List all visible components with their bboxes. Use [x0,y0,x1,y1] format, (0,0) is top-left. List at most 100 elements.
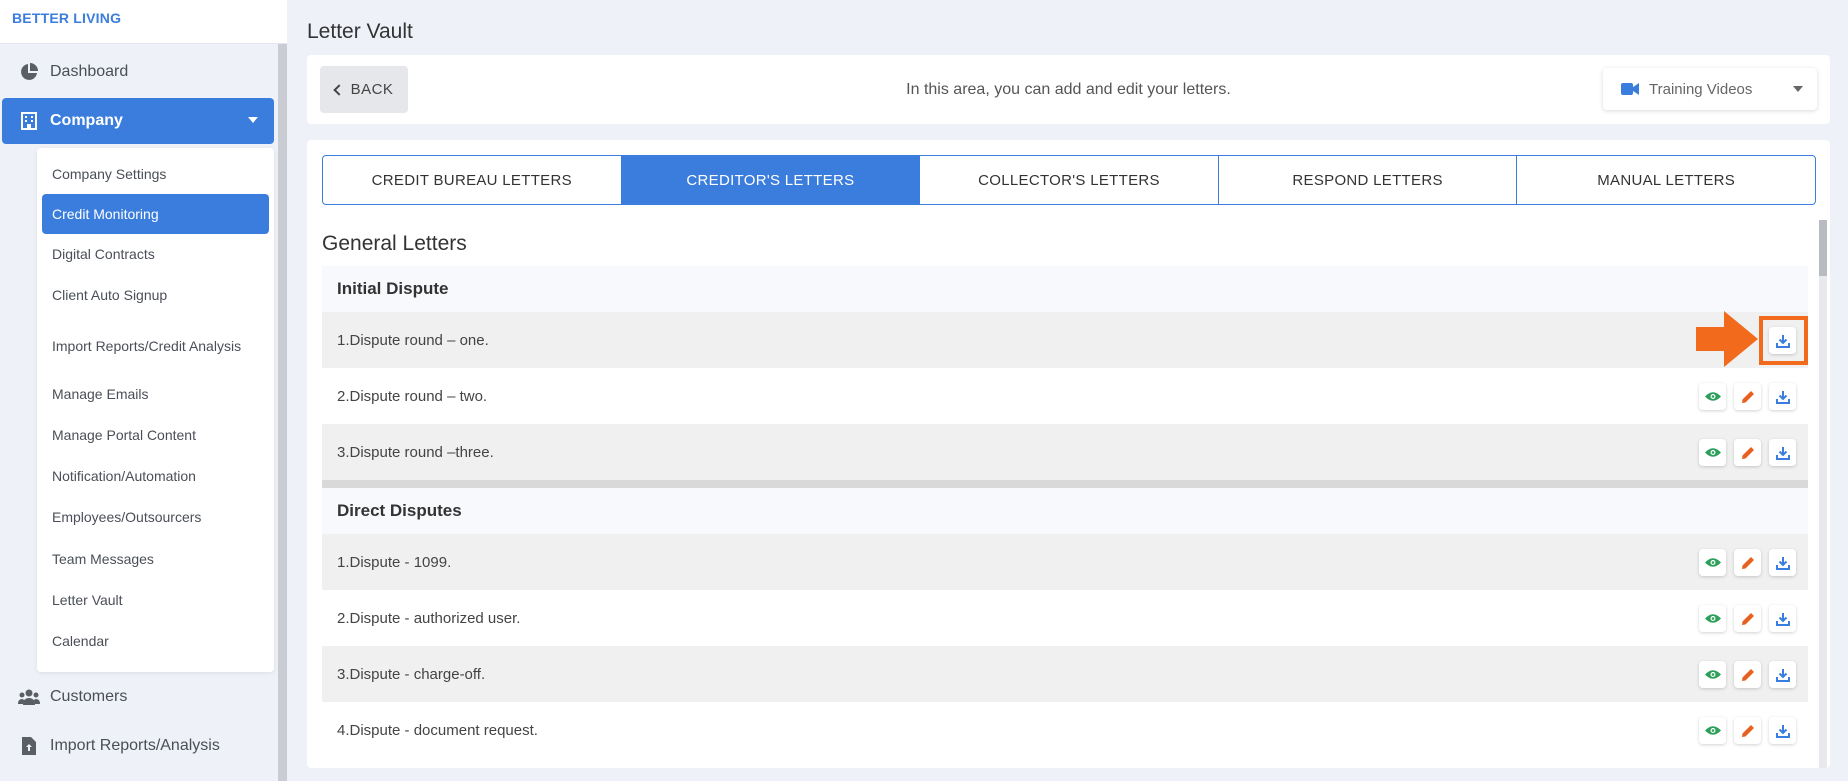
brand-logo[interactable]: BETTER LIVING [0,0,287,44]
submenu-employees-outsourcers[interactable]: Employees/Outsourcers [42,499,269,535]
sidebar-item-label: Customers [50,688,128,705]
sidebar-item-label: Import Reports/Analysis [50,737,220,754]
view-button[interactable] [1699,549,1726,576]
eye-icon [1704,726,1721,735]
users-icon [18,687,40,707]
info-text: In this area, you can add and edit your … [906,81,1231,98]
eye-icon [1704,392,1721,401]
letter-row: 1.Dispute round – one. [322,312,1808,368]
tab-credit-bureau-letters[interactable]: CREDIT BUREAU LETTERS [323,156,622,204]
tab-manual-letters[interactable]: MANUAL LETTERS [1517,156,1815,204]
letter-group-initial-dispute: Initial Dispute 1.Dispute round – one. 2… [322,266,1808,488]
letter-tabs: CREDIT BUREAU LETTERS CREDITOR'S LETTERS… [322,155,1816,205]
download-button[interactable] [1769,549,1796,576]
edit-button[interactable] [1734,383,1761,410]
sidebar-item-company[interactable]: Company [2,98,274,144]
submenu-credit-monitoring[interactable]: Credit Monitoring [42,194,269,234]
letter-row: 1.Dispute - 1099. [322,534,1808,590]
eye-icon [1704,670,1721,679]
training-videos-dropdown[interactable]: Training Videos [1603,68,1817,110]
letters-card: CREDIT BUREAU LETTERS CREDITOR'S LETTERS… [307,140,1830,768]
row-actions [1699,383,1796,410]
sidebar-item-import-reports[interactable]: Import Reports/Analysis [2,723,274,769]
letter-row: 2.Dispute - authorized user. [322,590,1808,646]
group-title: Initial Dispute [322,266,1808,312]
download-button[interactable] [1769,717,1796,744]
submenu-manage-portal-content[interactable]: Manage Portal Content [42,417,269,453]
download-button[interactable] [1769,605,1796,632]
submenu-manage-emails[interactable]: Manage Emails [42,376,269,412]
edit-button[interactable] [1734,549,1761,576]
sidebar-item-customers[interactable]: Customers [2,674,274,720]
edit-button[interactable] [1734,605,1761,632]
pie-chart-icon [18,62,40,82]
download-button[interactable] [1769,383,1796,410]
row-actions [1699,605,1796,632]
download-icon [1775,612,1790,626]
submenu-team-messages[interactable]: Team Messages [42,541,269,577]
row-actions [1699,549,1796,576]
submenu-client-auto-signup[interactable]: Client Auto Signup [42,277,269,313]
view-button[interactable] [1699,605,1726,632]
annotation-arrow-icon [1696,311,1758,367]
eye-icon [1704,558,1721,567]
letter-row: 3.Dispute - charge-off. [322,646,1808,702]
download-button[interactable] [1769,661,1796,688]
letter-row: 3.Dispute round –three. [322,424,1808,480]
submenu-letter-vault[interactable]: Letter Vault [42,582,269,618]
submenu-import-reports-credit-analysis[interactable]: Import Reports/Credit Analysis [42,324,269,368]
download-icon [1775,446,1790,460]
submenu-company-settings[interactable]: Company Settings [42,156,269,192]
building-icon [18,111,40,131]
sidebar-scrollbar[interactable] [278,44,287,781]
group-divider [322,480,1808,488]
eye-icon [1704,448,1721,457]
edit-button[interactable] [1734,661,1761,688]
page-title: Letter Vault [307,20,413,43]
view-button[interactable] [1699,439,1726,466]
group-title: Direct Disputes [322,488,1808,534]
submenu-notification-automation[interactable]: Notification/Automation [42,458,269,494]
view-button[interactable] [1699,383,1726,410]
edit-button[interactable] [1734,439,1761,466]
edit-button[interactable] [1734,717,1761,744]
submenu-calendar[interactable]: Calendar [42,623,269,659]
letter-title: 2.Dispute round – two. [337,387,488,405]
letter-title: 2.Dispute - authorized user. [337,609,521,627]
download-icon [1775,390,1790,404]
view-button[interactable] [1699,717,1726,744]
header-card: BACK In this area, you can add and edit … [307,55,1830,124]
section-title: General Letters [322,232,467,255]
row-actions [1699,717,1796,744]
pencil-icon [1741,556,1754,569]
scrollbar-thumb[interactable] [1819,220,1827,276]
sidebar-item-dashboard[interactable]: Dashboard [2,49,274,95]
tab-creditors-letters[interactable]: CREDITOR'S LETTERS [621,156,921,204]
letter-title: 3.Dispute - charge-off. [337,665,486,683]
view-button[interactable] [1699,661,1726,688]
letter-title: 1.Dispute round – one. [337,331,489,349]
training-videos-label: Training Videos [1649,80,1753,98]
eye-icon [1704,614,1721,623]
video-camera-icon [1621,83,1639,95]
download-icon [1775,724,1790,738]
pencil-icon [1741,724,1754,737]
row-actions [1699,661,1796,688]
annotation-highlight-box [1759,316,1808,365]
sidebar: BETTER LIVING Dashboard Company Company … [0,0,287,781]
tab-respond-letters[interactable]: RESPOND LETTERS [1219,156,1518,204]
file-upload-icon [18,736,40,756]
content-scrollbar[interactable] [1819,220,1827,768]
tab-collectors-letters[interactable]: COLLECTOR'S LETTERS [920,156,1219,204]
chevron-down-icon [248,117,258,123]
company-submenu: Company Settings Credit Monitoring Digit… [37,148,274,672]
pencil-icon [1741,390,1754,403]
download-icon [1775,556,1790,570]
pencil-icon [1741,668,1754,681]
letter-title: 4.Dispute - document request. [337,721,538,739]
letter-row: 4.Dispute - document request. [322,702,1808,758]
download-button[interactable] [1769,439,1796,466]
submenu-digital-contracts[interactable]: Digital Contracts [42,236,269,272]
row-actions [1699,439,1796,466]
chevron-down-icon [1793,86,1803,92]
